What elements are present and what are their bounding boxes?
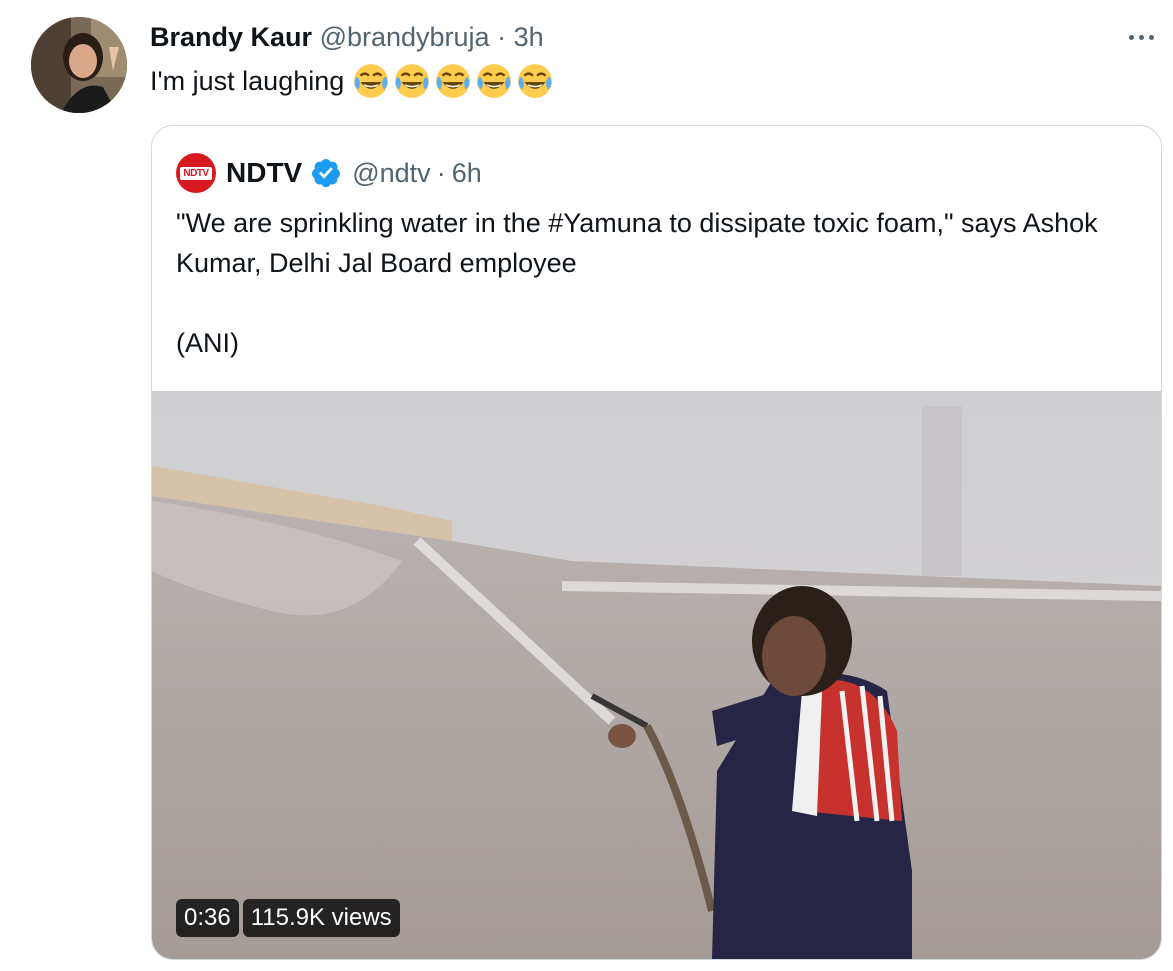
ndtv-logo-icon[interactable]: NDTV [176,153,216,193]
author-name[interactable]: Brandy Kaur [150,22,312,52]
face-with-tears-of-joy-icon [354,64,389,98]
quoted-text-line1: "We are sprinkling water in the #Yamuna … [176,208,1098,278]
face-with-tears-of-joy-icon [518,64,553,98]
author-avatar[interactable] [31,17,127,113]
author-handle[interactable]: @brandybruja [320,22,490,52]
video-overlay: 0:36 115.9K views [176,899,400,937]
quoted-separator: · [436,157,446,188]
face-with-tears-of-joy-icon [395,64,430,98]
quoted-timestamp[interactable]: 6h [452,158,482,189]
face-with-tears-of-joy-icon [477,64,512,98]
quoted-author-handle[interactable]: @ndtv [352,158,430,189]
tweet-timestamp[interactable]: 3h [514,22,544,52]
quoted-tweet-text: "We are sprinkling water in the #Yamuna … [176,203,1136,363]
face-with-tears-of-joy-icon [436,64,471,98]
video-player[interactable]: 0:36 115.9K views [152,391,1161,959]
tweet-text: I'm just laughing [150,62,554,100]
ndtv-logo-text: NDTV [180,166,212,180]
emoji-row [352,62,554,100]
video-duration: 0:36 [176,899,239,937]
separator: · [497,22,507,52]
quoted-tweet-card[interactable]: NDTV NDTV @ndtv · 6h "We are sprinkling … [151,125,1162,960]
quoted-text-line2: (ANI) [176,328,239,358]
quoted-tweet-header: NDTV NDTV @ndtv · 6h [176,153,482,193]
tweet-header: Brandy Kaur @brandybruja · 3h [150,20,544,54]
tweet-text-content: I'm just laughing [150,66,345,96]
more-options-icon[interactable] [1123,22,1159,52]
quoted-author-name[interactable]: NDTV [226,157,302,189]
video-view-count: 115.9K views [242,899,400,937]
verified-badge-icon [312,159,341,188]
video-frame [152,391,1161,959]
